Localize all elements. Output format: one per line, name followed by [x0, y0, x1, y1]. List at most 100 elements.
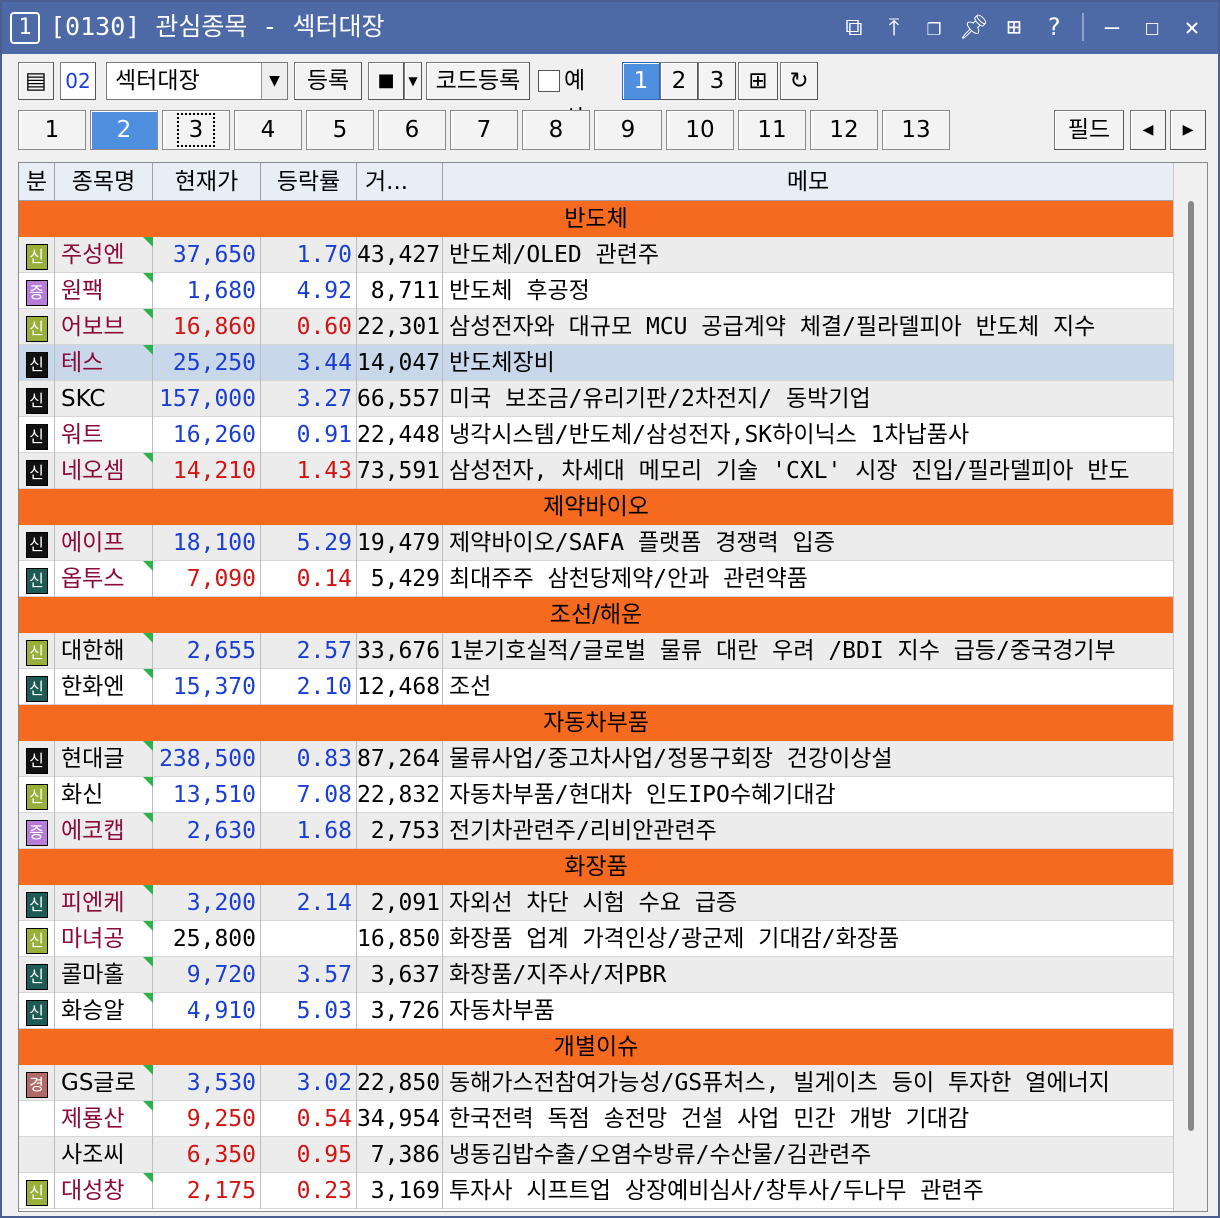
header-price[interactable]: 현재가: [153, 163, 261, 201]
tab-9[interactable]: 9: [594, 110, 662, 150]
memo-cell[interactable]: 삼성전자와 대규모 MCU 공급계약 체결/필라델피아 반도체 지수: [443, 309, 1173, 345]
view-button-2[interactable]: 2: [660, 62, 698, 100]
stock-name-cell[interactable]: 피엔케: [55, 885, 153, 921]
tab-5[interactable]: 5: [306, 110, 374, 150]
memo-cell[interactable]: 최대주주 삼천당제약/안과 관련약품: [443, 561, 1173, 597]
memo-cell[interactable]: 화장품 업계 가격인상/광군제 기대감/화장품: [443, 921, 1173, 957]
view-button-3[interactable]: 3: [698, 62, 736, 100]
table-row[interactable]: 신 네오셈 14,210 1.43 73,591 삼성전자, 차세대 메모리 기술 'CX…: [19, 453, 1173, 489]
table-row[interactable]: 신 SKC 157,000 3.27 66,557 미국 보조금/유리기판/2차전지/ 동…: [19, 381, 1173, 417]
table-row[interactable]: 신 워트 16,260 0.91 22,448 냉각시스템/반도체/삼성전자,SK하이닉스…: [19, 417, 1173, 453]
stock-name-cell[interactable]: SKC: [55, 381, 153, 417]
memo-cell[interactable]: 반도체 후공정: [443, 273, 1173, 309]
stock-name-cell[interactable]: 옵투스: [55, 561, 153, 597]
table-row[interactable]: 사조씨 6,350 0.95 7,386 냉동김밥수출/오염수방류/수산물/김관련주: [19, 1137, 1173, 1173]
help-icon[interactable]: ?: [1036, 10, 1072, 44]
vertical-scrollbar[interactable]: [1173, 163, 1207, 1211]
forecast-checkbox[interactable]: [538, 70, 560, 92]
tab-3[interactable]: 3: [162, 110, 230, 150]
stock-name-cell[interactable]: 사조씨: [55, 1137, 153, 1173]
table-row[interactable]: 신 한화엔 15,370 2.10 12,468 조선: [19, 669, 1173, 705]
stock-name-cell[interactable]: 화승알: [55, 993, 153, 1029]
table-row[interactable]: 신 테스 25,250 3.44 14,047 반도체장비: [19, 345, 1173, 381]
link-icon[interactable]: ⧉: [836, 10, 872, 44]
field-button[interactable]: 필드: [1054, 110, 1124, 150]
header-volume[interactable]: 거...: [357, 163, 443, 201]
table-row[interactable]: 경 GS글로 3,530 3.02 22,850 동해가스전참여가능성/GS퓨처스, 빌게…: [19, 1065, 1173, 1101]
grid-icon[interactable]: ⊞: [996, 10, 1032, 44]
memo-cell[interactable]: 삼성전자, 차세대 메모리 기술 'CXL' 시장 진입/필라델피아 반도: [443, 453, 1173, 489]
close-icon[interactable]: ✕: [1174, 10, 1210, 44]
stock-name-cell[interactable]: 제룡산: [55, 1101, 153, 1137]
table-row[interactable]: 신 피엔케 3,200 2.14 2,091 자외선 차단 시험 수요 급증: [19, 885, 1173, 921]
stock-name-cell[interactable]: 네오셈: [55, 453, 153, 489]
stock-name-cell[interactable]: 워트: [55, 417, 153, 453]
table-row[interactable]: 신 주성엔 37,650 1.70 43,427 반도체/OLED 관련주: [19, 237, 1173, 273]
memo-cell[interactable]: 냉각시스템/반도체/삼성전자,SK하이닉스 1차납품사: [443, 417, 1173, 453]
memo-cell[interactable]: 화장품/지주사/저PBR: [443, 957, 1173, 993]
stock-name-cell[interactable]: 대한해: [55, 633, 153, 669]
toggle-panel-button[interactable]: ▤: [18, 62, 54, 100]
tab-11[interactable]: 11: [738, 110, 806, 150]
tab-prev-button[interactable]: ◀: [1130, 110, 1166, 150]
tab-10[interactable]: 10: [666, 110, 734, 150]
table-row[interactable]: 신 현대글 238,500 0.83 87,264 물류사업/중고차사업/정몽구회장 건강…: [19, 741, 1173, 777]
code-register-button[interactable]: 코드등록: [426, 62, 530, 100]
group-code-button[interactable]: 02: [60, 62, 96, 100]
memo-cell[interactable]: 투자사 시프트업 상장예비심사/창투사/두나무 관련주: [443, 1173, 1173, 1209]
stock-name-cell[interactable]: 테스: [55, 345, 153, 381]
table-row[interactable]: 제룡산 9,250 0.54 34,954 한국전력 독점 송전망 건설 사업 민간 개…: [19, 1101, 1173, 1137]
minimize-icon[interactable]: —: [1094, 10, 1130, 44]
memo-cell[interactable]: 자동차부품/현대차 인도IPO수혜기대감: [443, 777, 1173, 813]
pin-top-icon[interactable]: ⤒: [876, 10, 912, 44]
scrollbar-thumb[interactable]: [1188, 201, 1194, 1131]
tab-next-button[interactable]: ▶: [1170, 110, 1206, 150]
maximize-icon[interactable]: ☐: [1134, 10, 1170, 44]
table-row[interactable]: 신 화승알 4,910 5.03 3,726 자동차부품: [19, 993, 1173, 1029]
stock-name-cell[interactable]: 화신: [55, 777, 153, 813]
stock-name-cell[interactable]: 에코캡: [55, 813, 153, 849]
register-button[interactable]: 등록: [294, 62, 362, 100]
table-row[interactable]: 신 대한해 2,655 2.57 33,676 1분기호실적/글로벌 물류 대란 우려 /…: [19, 633, 1173, 669]
stock-name-cell[interactable]: 에이프: [55, 525, 153, 561]
table-row[interactable]: 신 콜마홀 9,720 3.57 3,637 화장품/지주사/저PBR: [19, 957, 1173, 993]
table-row[interactable]: 신 대성창 2,175 0.23 3,169 투자사 시프트업 상장예비심사/창투사/두나…: [19, 1173, 1173, 1209]
memo-cell[interactable]: 조선: [443, 669, 1173, 705]
table-row[interactable]: 신 옵투스 7,090 0.14 5,429 최대주주 삼천당제약/안과 관련약품: [19, 561, 1173, 597]
stop-dropdown-button[interactable]: ▼: [404, 62, 422, 100]
table-row[interactable]: 신 화신 13,510 7.08 22,832 자동차부품/현대차 인도IPO수혜기대감: [19, 777, 1173, 813]
stop-button[interactable]: ■: [368, 62, 404, 100]
restore-windows-icon[interactable]: ❐: [916, 10, 952, 44]
stock-name-cell[interactable]: 콜마홀: [55, 957, 153, 993]
stock-name-cell[interactable]: 대성창: [55, 1173, 153, 1209]
table-row[interactable]: 신 에이프 18,100 5.29 19,479 제약바이오/SAFA 플랫폼 경쟁력 입…: [19, 525, 1173, 561]
stock-name-cell[interactable]: 원팩: [55, 273, 153, 309]
tab-7[interactable]: 7: [450, 110, 518, 150]
title-bar[interactable]: 1 [0130] 관심종목 - 섹터대장 ⧉ ⤒ ❐ 📌︎ ⊞ ? — ☐ ✕: [2, 2, 1218, 54]
header-rate[interactable]: 등락률: [261, 163, 357, 201]
memo-cell[interactable]: 미국 보조금/유리기판/2차전지/ 동박기업: [443, 381, 1173, 417]
memo-cell[interactable]: 자동차부품: [443, 993, 1173, 1029]
push-pin-icon[interactable]: 📌︎: [956, 10, 992, 44]
stock-name-cell[interactable]: 한화엔: [55, 669, 153, 705]
group-select[interactable]: 섹터대장 ▼: [106, 62, 288, 100]
memo-cell[interactable]: 냉동김밥수출/오염수방류/수산물/김관련주: [443, 1137, 1173, 1173]
header-memo[interactable]: 메모: [443, 163, 1173, 201]
tab-2[interactable]: 2: [90, 110, 158, 150]
stock-name-cell[interactable]: 마녀공: [55, 921, 153, 957]
header-category[interactable]: 분: [19, 163, 55, 201]
memo-cell[interactable]: 반도체장비: [443, 345, 1173, 381]
memo-cell[interactable]: 자외선 차단 시험 수요 급증: [443, 885, 1173, 921]
tab-13[interactable]: 13: [882, 110, 950, 150]
table-row[interactable]: 증 에코캡 2,630 1.68 2,753 전기차관련주/리비안관련주: [19, 813, 1173, 849]
export-button[interactable]: ⊞: [738, 62, 778, 100]
refresh-button[interactable]: ↻: [780, 62, 818, 100]
memo-cell[interactable]: 반도체/OLED 관련주: [443, 237, 1173, 273]
view-button-1[interactable]: 1: [622, 62, 660, 100]
memo-cell[interactable]: 동해가스전참여가능성/GS퓨처스, 빌게이츠 등이 투자한 열에너지: [443, 1065, 1173, 1101]
memo-cell[interactable]: 1분기호실적/글로벌 물류 대란 우려 /BDI 지수 급등/중국경기부: [443, 633, 1173, 669]
chevron-down-icon[interactable]: ▼: [261, 63, 287, 99]
header-name[interactable]: 종목명: [55, 163, 153, 201]
tab-8[interactable]: 8: [522, 110, 590, 150]
memo-cell[interactable]: 물류사업/중고차사업/정몽구회장 건강이상설: [443, 741, 1173, 777]
